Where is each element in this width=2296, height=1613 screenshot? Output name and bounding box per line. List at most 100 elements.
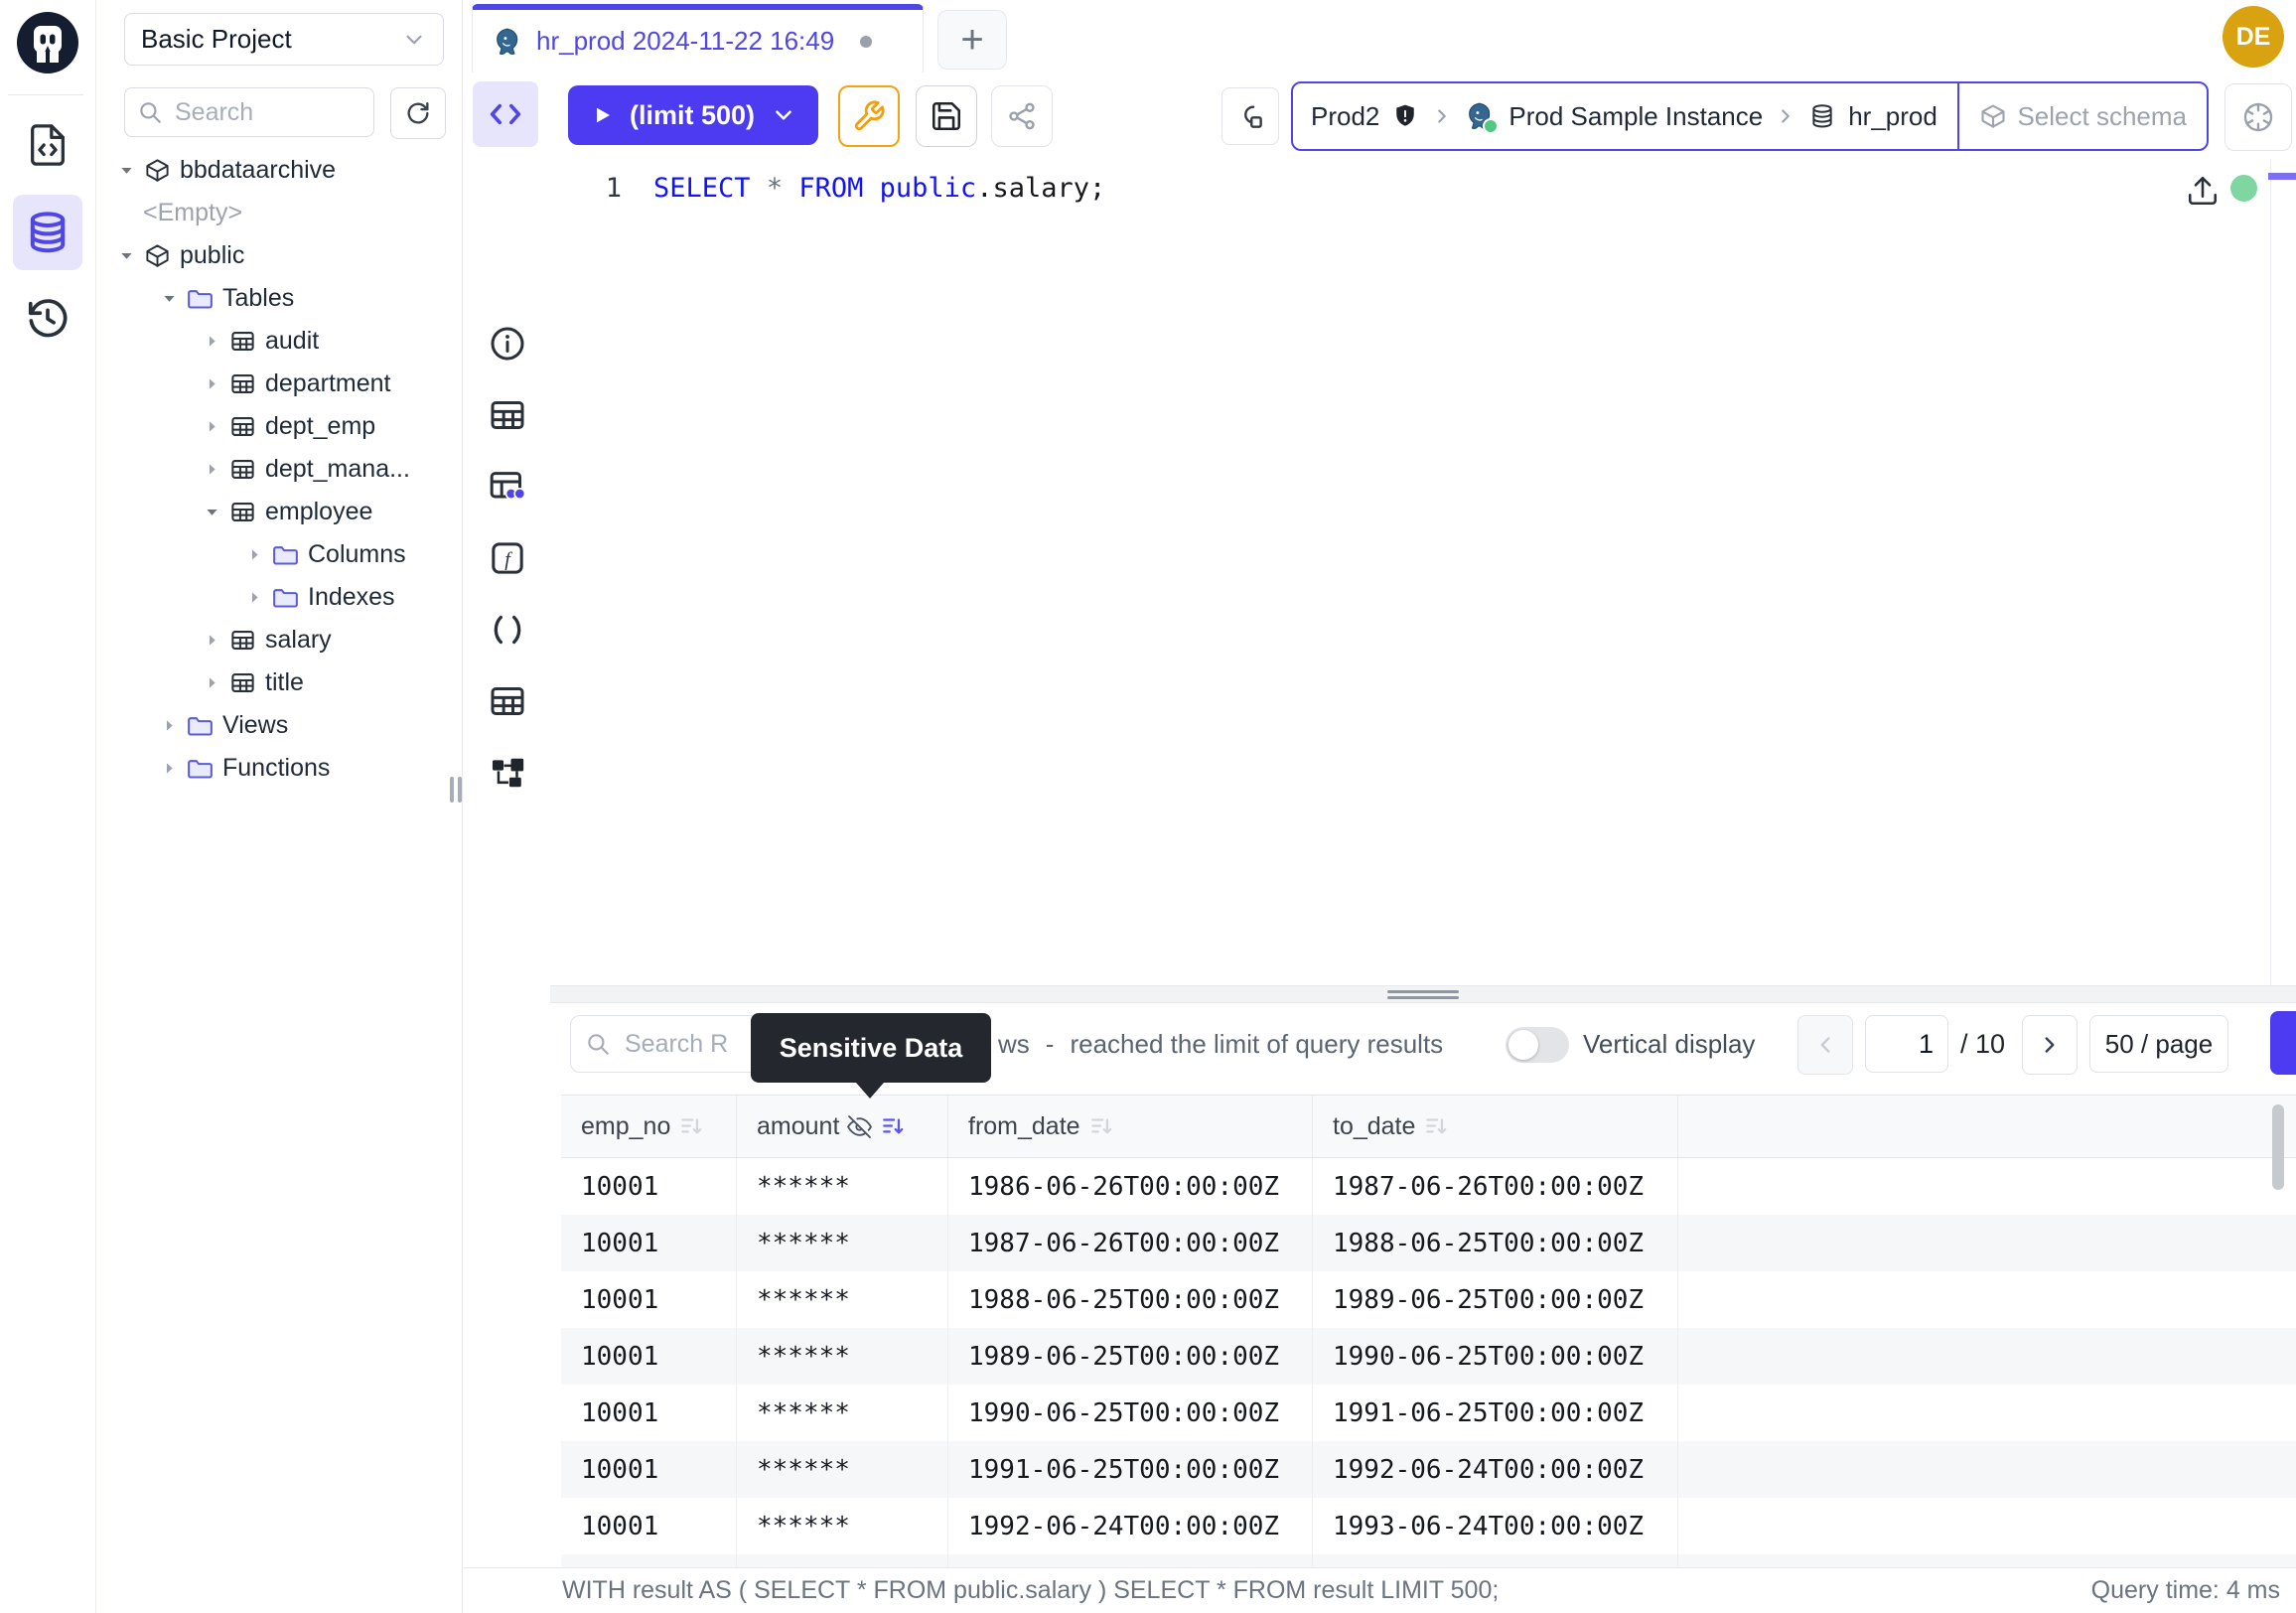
results-panel: Sensitive Data ws - reached the limit of… [550,1003,2296,1567]
tables-panel-button[interactable] [486,393,529,437]
page-size-selector[interactable]: 50 / page [2089,1015,2228,1073]
schema-nav-button[interactable] [13,195,82,270]
tree-item-indexes[interactable]: Indexes [96,576,462,619]
tree-item-columns[interactable]: Columns [96,533,462,576]
table-cell: 1988-06-25T00:00:00Z [948,1271,1313,1328]
info-panel-button[interactable] [486,322,529,366]
connection-selector[interactable]: Prod2 Prod Sample Instance [1293,83,1957,149]
sort-icon[interactable] [880,1113,906,1139]
table-row[interactable]: 10001******1987-06-26T00:00:00Z1988-06-2… [561,1215,2296,1271]
tree-item-dept-mana-[interactable]: dept_mana... [96,448,462,491]
share-sheet-button[interactable] [991,85,1053,147]
tab-hr-prod[interactable]: hr_prod 2024-11-22 16:49 [472,4,924,73]
table-row[interactable]: 10001******1986-06-26T00:00:00Z1987-06-2… [561,1158,2296,1215]
save-sheet-button[interactable] [916,85,977,147]
tree-item-views[interactable]: Views [96,704,462,747]
column-header-from_date[interactable]: from_date [948,1096,1313,1157]
table-row[interactable]: 10001******1992-06-24T00:00:00Z1993-06-2… [561,1498,2296,1554]
table-row[interactable]: 10001******1990-06-25T00:00:00Z1991-06-2… [561,1385,2296,1441]
views-panel-button[interactable] [486,679,529,723]
tree-item-dept-emp[interactable]: dept_emp [96,405,462,448]
table-scrollbar-thumb[interactable] [2272,1104,2284,1190]
code-line[interactable]: SELECT * FROM public.salary; [653,173,1105,204]
column-header-emp_no[interactable]: emp_no [561,1096,737,1157]
tree-item-functions[interactable]: Functions [96,747,462,790]
caret-down-icon [118,162,135,179]
tree-item-label: dept_mana... [265,455,410,484]
sensitive-data-tooltip: Sensitive Data [751,1013,991,1083]
table-cell [1678,1215,2296,1271]
previous-page-button[interactable] [1797,1015,1853,1075]
tree-item-bbdataarchive[interactable]: bbdataarchive [96,149,462,192]
code-token [751,173,767,204]
caret-right-icon [204,333,220,350]
code-panel-toggle[interactable] [473,81,538,147]
project-selector[interactable]: Basic Project [124,13,444,66]
tree-item-department[interactable]: department [96,363,462,405]
upload-icon [2186,174,2220,208]
procedures-panel-button[interactable] [486,608,529,652]
panel-resize-divider[interactable] [550,985,2296,1003]
table-icon [229,627,256,654]
tree-item-public[interactable]: public [96,234,462,277]
table-row[interactable]: 10001******1989-06-25T00:00:00Z1990-06-2… [561,1328,2296,1385]
tree-item--empty-[interactable]: <Empty> [96,192,462,234]
wrench-icon [852,99,886,133]
tree-item-label: Functions [222,754,330,783]
export-button[interactable] [2270,1011,2296,1075]
history-nav-button[interactable] [20,291,75,347]
table-search-panel-button[interactable] [486,465,529,509]
vertical-display-toggle[interactable] [1506,1027,1569,1063]
worksheets-nav-button[interactable] [20,117,75,173]
column-header-to_date[interactable]: to_date [1313,1096,1678,1157]
tree-item-audit[interactable]: audit [96,320,462,363]
ai-assistant-button[interactable] [2224,83,2292,151]
next-page-button[interactable] [2022,1015,2078,1075]
table-cell [1678,1385,2296,1441]
caret-right-icon [204,418,220,435]
caret-down-icon [118,247,135,264]
table-cell: 10001 [561,1385,737,1441]
upload-sql-button[interactable] [2183,171,2223,211]
functions-panel-button[interactable]: f [486,536,529,580]
page-number-input[interactable] [1865,1015,1948,1073]
sidebar-resize-handle[interactable] [450,777,462,803]
table-row[interactable]: 10001******1988-06-25T00:00:00Z1989-06-2… [561,1271,2296,1328]
sort-icon[interactable] [1088,1113,1114,1139]
tree-item-label: Columns [308,540,406,569]
er-diagram-icon [489,754,526,792]
sidebar-search [124,87,374,137]
table-row[interactable]: 10001******1991-06-25T00:00:00Z1992-06-2… [561,1441,2296,1498]
code-token: public [880,173,977,204]
new-tab-button[interactable]: + [937,10,1007,70]
format-sql-button[interactable] [838,85,900,147]
sql-editor[interactable]: f 1 SELECT * FROM public.salary; [463,159,2296,985]
batch-query-button[interactable] [1221,87,1279,145]
tree-item-employee[interactable]: employee [96,491,462,533]
tree-item-tables[interactable]: Tables [96,277,462,320]
table-row[interactable]: 10001******1993-06-24T00:00:00Z1994-06-2… [561,1554,2296,1567]
select-schema-button[interactable]: Select schema [1957,83,2207,149]
sort-icon[interactable] [678,1113,704,1139]
share-icon [1006,100,1038,132]
tree-item-label: public [180,241,244,270]
run-query-button[interactable]: (limit 500) [568,85,818,145]
tree-item-salary[interactable]: salary [96,619,462,661]
tree-item-title[interactable]: title [96,661,462,704]
result-count-fragment: ws [998,1029,1030,1060]
database-label: hr_prod [1848,101,1937,132]
rail-divider [8,94,83,95]
user-avatar[interactable]: DE [2223,6,2284,68]
chevron-right-icon [1775,105,1796,127]
refresh-tree-button[interactable] [390,87,446,139]
bytebase-logo-icon[interactable] [15,10,80,75]
table-icon [229,499,256,525]
caret-right-icon [204,375,220,392]
environment-label: Prod2 [1311,101,1379,132]
box-icon [144,157,171,184]
er-diagram-panel-button[interactable] [486,751,529,795]
sidebar-search-input[interactable] [173,97,346,128]
tree-item-label: department [265,369,390,398]
column-header-amount[interactable]: amount [737,1096,948,1157]
sort-icon[interactable] [1423,1113,1449,1139]
